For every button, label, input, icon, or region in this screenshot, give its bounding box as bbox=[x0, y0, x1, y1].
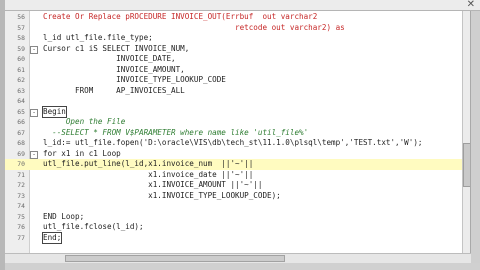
code-text: for x1 in c1 Loop bbox=[43, 148, 121, 158]
line-number: 72 bbox=[17, 181, 25, 189]
code-text: l_id:= utl_file.fopen('D:\oracle\VIS\db\… bbox=[43, 138, 423, 147]
code-text: INVOICE_AMOUNT, bbox=[43, 64, 185, 74]
line-number: 75 bbox=[17, 212, 25, 221]
code-line[interactable]: 68 l_id:= utl_file.fopen('D:\oracle\VIS\d… bbox=[5, 138, 463, 149]
code-line[interactable]: 73 x1.INVOICE_TYPE_LOOKUP_CODE); bbox=[5, 191, 463, 202]
line-number: 65 bbox=[17, 107, 25, 116]
line-number: 58 bbox=[17, 34, 25, 42]
code-text: Create Or Replace pROCEDURE INVOICE_OUT(… bbox=[43, 12, 318, 21]
code-line[interactable]: 59- Cursor c1 iS SELECT INVOICE_NUM, bbox=[5, 44, 463, 55]
line-number: 60 bbox=[17, 55, 25, 63]
code-text: FROM AP_INVOICES_ALL bbox=[43, 85, 185, 95]
ide-window: ✕ 56 Create Or Replace pROCEDURE INVOICE_… bbox=[0, 0, 480, 270]
line-number: 61 bbox=[17, 65, 25, 74]
line-number: 74 bbox=[17, 202, 25, 210]
code-line[interactable]: 61 INVOICE_AMOUNT, bbox=[5, 65, 463, 76]
line-number: 69 bbox=[17, 149, 25, 158]
code-line[interactable]: 65- Begin bbox=[5, 105, 463, 118]
line-number: 70 bbox=[17, 160, 25, 168]
code-line[interactable]: 71 x1.invoice_date ||'~'|| bbox=[5, 170, 463, 181]
code-text: x1.invoice_date ||'~'|| bbox=[43, 169, 254, 179]
code-line[interactable]: 70 utl_file.put_line(l_id,x1.invoice_num … bbox=[5, 159, 463, 170]
code-line[interactable]: 64 bbox=[5, 96, 463, 107]
code-line[interactable]: 57 retcode out varchar2) as bbox=[5, 23, 463, 34]
line-number: 77 bbox=[17, 233, 25, 242]
code-text: END Loop; bbox=[43, 211, 85, 221]
line-number: 57 bbox=[17, 23, 25, 32]
code-text: x1.INVOICE_TYPE_LOOKUP_CODE); bbox=[43, 190, 281, 200]
line-number: 76 bbox=[17, 223, 25, 231]
line-number: 56 bbox=[17, 13, 25, 21]
code-text: Begin bbox=[42, 105, 67, 118]
status-bar bbox=[5, 263, 480, 270]
code-text: Open the File bbox=[43, 117, 126, 126]
right-side-panel bbox=[470, 11, 480, 270]
line-number: 66 bbox=[17, 118, 25, 126]
line-number: 64 bbox=[17, 97, 25, 105]
code-line[interactable]: 60 INVOICE_DATE, bbox=[5, 54, 463, 65]
fold-toggle-icon[interactable]: - bbox=[30, 108, 38, 117]
code-text: INVOICE_DATE, bbox=[43, 54, 176, 63]
code-line[interactable]: 62 INVOICE_TYPE_LOOKUP_CODE bbox=[5, 75, 463, 86]
close-icon[interactable]: ✕ bbox=[467, 0, 475, 11]
line-number: 63 bbox=[17, 86, 25, 95]
line-number: 73 bbox=[17, 191, 25, 200]
fold-toggle-icon[interactable]: - bbox=[30, 150, 38, 159]
code-lines: 56 Create Or Replace pROCEDURE INVOICE_OU… bbox=[5, 12, 463, 244]
code-text: retcode out varchar2) as bbox=[43, 22, 345, 32]
code-text: End; bbox=[41, 231, 63, 244]
code-text: INVOICE_TYPE_LOOKUP_CODE bbox=[43, 75, 226, 84]
code-text: Cursor c1 iS SELECT INVOICE_NUM, bbox=[43, 43, 190, 53]
line-number: 62 bbox=[17, 76, 25, 84]
code-line[interactable]: 67 --SELECT * FROM V$PARAMETER where nam… bbox=[5, 128, 463, 139]
code-text: l_id utl_file.file_type; bbox=[43, 33, 153, 42]
line-number: 67 bbox=[17, 128, 25, 137]
code-line[interactable]: 75 END Loop; bbox=[5, 212, 463, 223]
code-line[interactable]: 77 End; bbox=[5, 231, 463, 244]
code-line[interactable]: 63 FROM AP_INVOICES_ALL bbox=[5, 86, 463, 97]
code-text: utl_file.fclose(l_id); bbox=[43, 222, 144, 231]
code-text: utl_file.put_line(l_id,x1.invoice_num ||… bbox=[43, 159, 254, 168]
line-number: 59 bbox=[17, 44, 25, 53]
code-line[interactable]: 66 Open the File bbox=[5, 117, 463, 128]
code-line[interactable]: 58 l_id utl_file.file_type; bbox=[5, 33, 463, 44]
code-line[interactable]: 56 Create Or Replace pROCEDURE INVOICE_OU… bbox=[5, 12, 463, 23]
code-text: --SELECT * FROM V$PARAMETER where name l… bbox=[43, 127, 309, 137]
code-text: x1.INVOICE_AMOUNT ||'~'|| bbox=[43, 180, 263, 189]
line-number: 68 bbox=[17, 139, 25, 147]
code-line[interactable]: 74 bbox=[5, 201, 463, 212]
code-line[interactable]: 76 utl_file.fclose(l_id); bbox=[5, 222, 463, 233]
code-editor[interactable]: 56 Create Or Replace pROCEDURE INVOICE_OU… bbox=[5, 11, 463, 253]
horizontal-scroll-thumb[interactable] bbox=[65, 255, 285, 262]
code-line[interactable]: 69- for x1 in c1 Loop bbox=[5, 149, 463, 160]
editor-tab-bar: ✕ bbox=[5, 0, 480, 11]
code-line[interactable]: 72 x1.INVOICE_AMOUNT ||'~'|| bbox=[5, 180, 463, 191]
fold-toggle-icon[interactable]: - bbox=[30, 45, 38, 54]
line-number: 71 bbox=[17, 170, 25, 179]
